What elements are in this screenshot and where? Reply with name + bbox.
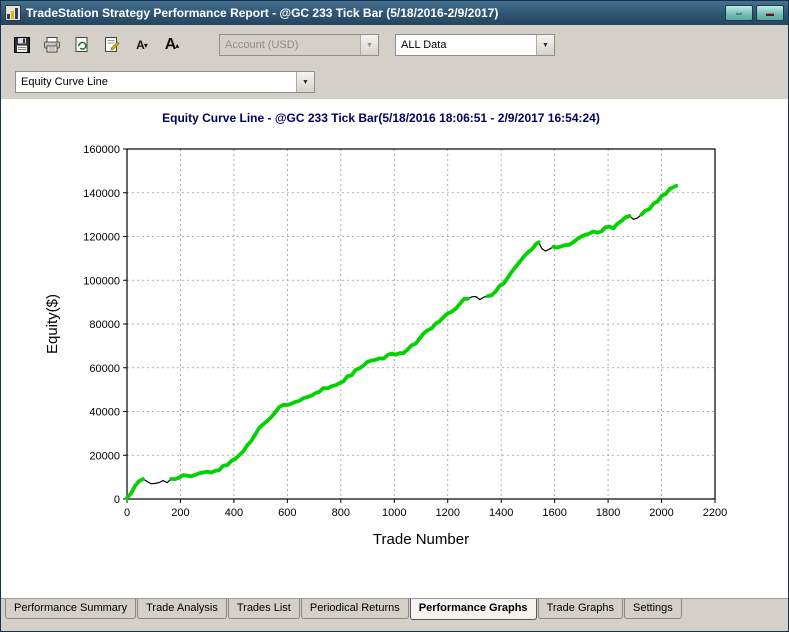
tab-trade-graphs[interactable]: Trade Graphs <box>538 599 623 619</box>
svg-text:400: 400 <box>225 507 243 519</box>
tab-settings[interactable]: Settings <box>624 599 682 619</box>
svg-text:0: 0 <box>124 507 130 519</box>
print-icon <box>42 35 62 55</box>
svg-text:Equity($): Equity($) <box>44 294 61 354</box>
account-combo: Account (USD) ▼ <box>219 34 379 56</box>
svg-text:0: 0 <box>114 494 120 506</box>
chart-title: Equity Curve Line - @GC 233 Tick Bar(5/1… <box>1 111 761 125</box>
account-combo-value: Account (USD) <box>220 39 360 51</box>
svg-text:1400: 1400 <box>489 507 513 519</box>
refresh-report-icon <box>72 35 92 55</box>
svg-text:1000: 1000 <box>382 507 406 519</box>
window-bottom-edge <box>1 621 788 631</box>
refresh-report-button[interactable] <box>69 32 95 58</box>
svg-text:100000: 100000 <box>83 275 120 287</box>
svg-text:40000: 40000 <box>89 407 120 419</box>
font-increase-button[interactable]: A▴ <box>159 32 185 58</box>
svg-text:80000: 80000 <box>89 319 120 331</box>
tab-bar: Performance SummaryTrade AnalysisTrades … <box>1 598 788 621</box>
equity-chart-svg: 0 200 400 600 800 1000 1200 1400 1600 1800 2000 220… <box>15 139 755 557</box>
graph-type-combo[interactable]: Equity Curve Line ▼ <box>15 71 315 93</box>
svg-text:60000: 60000 <box>89 363 120 375</box>
svg-text:1800: 1800 <box>596 507 620 519</box>
svg-text:2200: 2200 <box>703 507 727 519</box>
chevron-down-icon[interactable]: ▼ <box>296 72 314 92</box>
svg-text:120000: 120000 <box>83 232 120 244</box>
window-controls: ⇔ ▬ <box>725 5 784 21</box>
edit-report-icon <box>102 35 122 55</box>
tab-trade-analysis[interactable]: Trade Analysis <box>137 599 227 619</box>
chevron-down-icon[interactable]: ▼ <box>536 35 554 55</box>
edit-report-button[interactable] <box>99 32 125 58</box>
save-button[interactable] <box>9 32 35 58</box>
svg-text:600: 600 <box>278 507 296 519</box>
svg-text:800: 800 <box>332 507 350 519</box>
font-decrease-button[interactable]: A▾ <box>129 32 155 58</box>
data-range-combo[interactable]: ALL Data ▼ <box>395 34 555 56</box>
graph-selector-row: Equity Curve Line ▼ <box>1 65 788 99</box>
chevron-down-icon: ▼ <box>360 35 378 55</box>
tab-performance-graphs[interactable]: Performance Graphs <box>410 599 537 620</box>
toolbar: A▾ A▴ Account (USD) ▼ ALL Data ▼ <box>1 25 788 65</box>
tab-trades-list[interactable]: Trades List <box>228 599 300 619</box>
window-minimize-button[interactable]: ▬ <box>756 5 784 21</box>
svg-text:20000: 20000 <box>89 450 120 462</box>
svg-text:140000: 140000 <box>83 188 120 200</box>
title-bar: TradeStation Strategy Performance Report… <box>1 1 788 25</box>
tab-periodical-returns[interactable]: Periodical Returns <box>301 599 409 619</box>
data-range-combo-value: ALL Data <box>396 39 536 51</box>
graph-type-combo-value: Equity Curve Line <box>16 76 296 88</box>
svg-text:160000: 160000 <box>83 144 120 156</box>
app-window: TradeStation Strategy Performance Report… <box>0 0 789 632</box>
tab-performance-summary[interactable]: Performance Summary <box>5 599 136 619</box>
svg-text:2000: 2000 <box>649 507 673 519</box>
svg-text:200: 200 <box>171 507 189 519</box>
window-title: TradeStation Strategy Performance Report… <box>26 6 719 20</box>
svg-text:1600: 1600 <box>542 507 566 519</box>
print-button[interactable] <box>39 32 65 58</box>
svg-text:1200: 1200 <box>435 507 459 519</box>
report-panel: Equity Curve Line - @GC 233 Tick Bar(5/1… <box>1 99 788 598</box>
app-icon <box>5 5 21 21</box>
svg-text:Trade Number: Trade Number <box>373 531 469 548</box>
save-icon <box>12 35 32 55</box>
window-resize-button[interactable]: ⇔ <box>725 5 753 21</box>
